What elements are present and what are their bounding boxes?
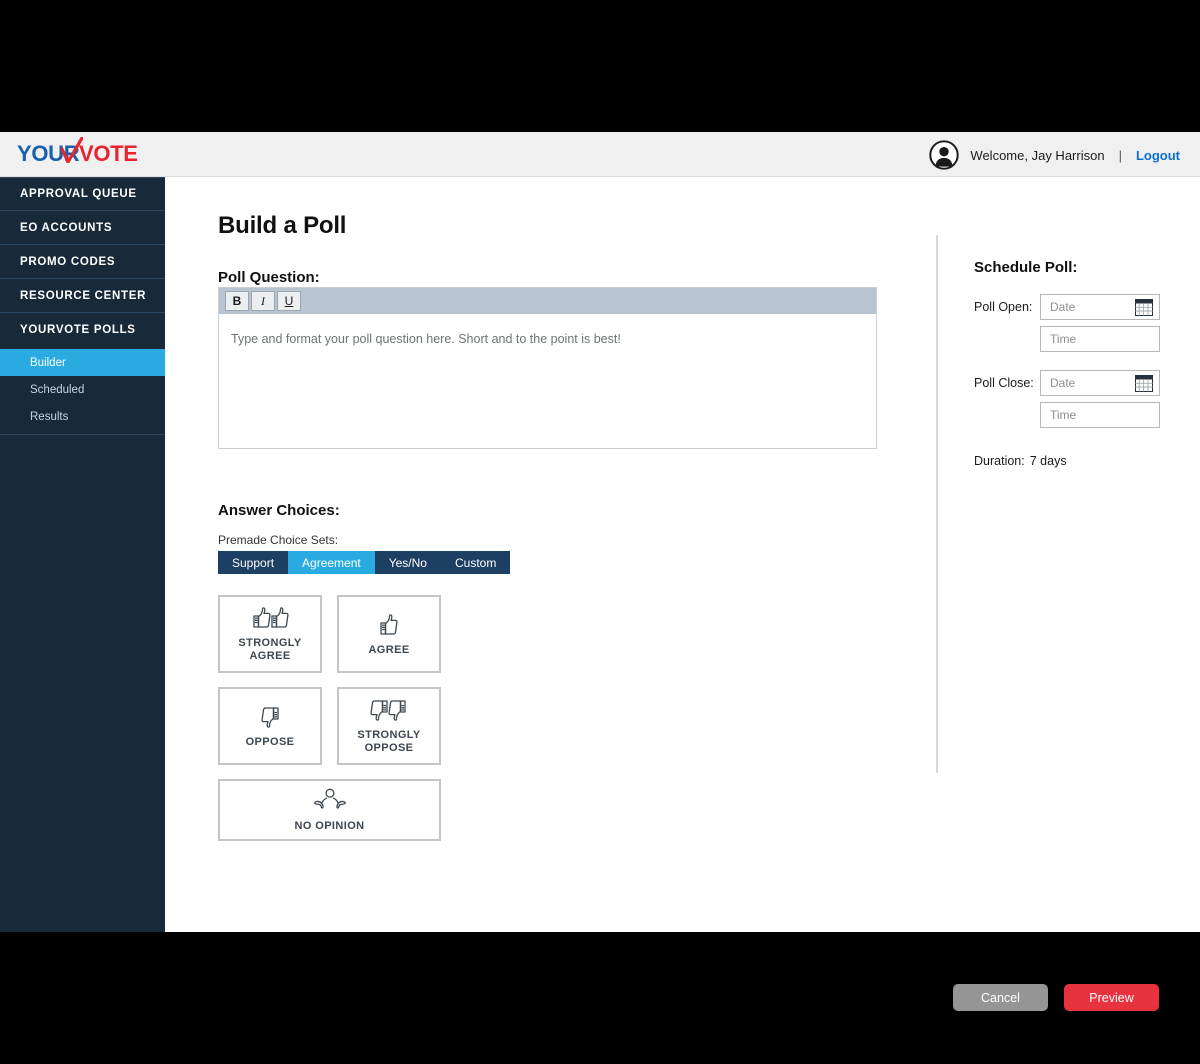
logo-text-vote: VOTE	[78, 141, 138, 166]
answer-choices-label: Answer Choices:	[218, 502, 340, 519]
choice-card-label: STRONGLY AGREE	[238, 637, 302, 662]
premade-choice-set-tabs: Support Agreement Yes/No Custom	[218, 551, 511, 574]
poll-open-time-row: Time	[974, 326, 1194, 352]
premade-choice-sets-label: Premade Choice Sets:	[218, 533, 339, 547]
welcome-message: Welcome, Jay Harrison	[970, 147, 1105, 163]
cancel-button[interactable]: Cancel	[953, 984, 1048, 1011]
sidebar-item-resource-center[interactable]: RESOURCE CENTER	[0, 279, 165, 313]
underline-button[interactable]: U	[277, 291, 301, 311]
bold-button[interactable]: B	[225, 291, 249, 311]
shrug-person-icon	[310, 788, 350, 814]
form-action-buttons: Cancel Preview	[953, 984, 1159, 1011]
choice-card-strongly-agree[interactable]: STRONGLY AGREE	[218, 595, 322, 673]
choice-card-label: OPPOSE	[245, 735, 295, 748]
poll-close-date-placeholder: Date	[1050, 376, 1076, 390]
vertical-divider	[936, 235, 938, 773]
duration-label: Duration:	[974, 454, 1025, 468]
header-separator: |	[1118, 147, 1122, 163]
sidebar-subitem-label: Results	[30, 410, 69, 423]
poll-close-label: Poll Close:	[974, 376, 1034, 390]
logout-link[interactable]: Logout	[1136, 148, 1180, 163]
choice-card-label: AGREE	[368, 643, 410, 656]
sidebar-item-builder[interactable]: Builder	[0, 349, 165, 376]
choice-card-agree[interactable]: AGREE	[337, 595, 441, 673]
sidebar-subitem-label: Scheduled	[30, 383, 85, 396]
yourvote-logo[interactable]: YOURVOTE	[17, 137, 138, 166]
tab-custom[interactable]: Custom	[441, 551, 510, 574]
poll-close-date-row: Poll Close: Date	[974, 370, 1194, 396]
sidebar-item-eo-accounts[interactable]: EO ACCOUNTS	[0, 211, 165, 245]
schedule-poll-title: Schedule Poll:	[974, 259, 1078, 276]
preview-button[interactable]: Preview	[1064, 984, 1159, 1011]
poll-question-input[interactable]: Type and format your poll question here.…	[219, 314, 876, 364]
double-thumbs-down-icon	[369, 697, 409, 723]
poll-close-time-input[interactable]: Time	[1040, 402, 1160, 428]
page-title: Build a Poll	[218, 212, 347, 239]
poll-close-time-placeholder: Time	[1050, 408, 1077, 422]
tab-support[interactable]: Support	[218, 551, 288, 574]
user-account-area: Welcome, Jay Harrison | Logout	[929, 140, 1180, 170]
sidebar-item-label: YOURVOTE POLLS	[20, 324, 136, 336]
sidebar-item-yourvote-polls[interactable]: YOURVOTE POLLS	[0, 313, 165, 347]
application-window: YOURVOTE Welcome, Jay Harrison | Logout …	[0, 132, 1200, 1011]
double-thumbs-up-icon	[250, 605, 290, 631]
choice-card-strongly-oppose[interactable]: STRONGLY OPPOSE	[337, 687, 441, 765]
sidebar-item-results[interactable]: Results	[0, 403, 165, 430]
schedule-poll-panel: Schedule Poll: Poll Open: Date Time Poll…	[974, 259, 1194, 468]
poll-open-date-input[interactable]: Date	[1040, 294, 1160, 320]
calendar-icon[interactable]	[1135, 375, 1153, 392]
thumbs-down-icon	[259, 704, 281, 730]
tab-yes-no[interactable]: Yes/No	[375, 551, 441, 574]
main-content-area: Build a Poll Poll Question: B I U Type a…	[165, 177, 1200, 1011]
sidebar-item-approval-queue[interactable]: APPROVAL QUEUE	[0, 177, 165, 211]
tab-agreement[interactable]: Agreement	[288, 551, 375, 574]
top-header-bar: YOURVOTE Welcome, Jay Harrison | Logout	[0, 132, 1200, 177]
poll-open-date-placeholder: Date	[1050, 300, 1076, 314]
choice-card-label: NO OPINION	[294, 819, 365, 832]
poll-close-time-row: Time	[974, 402, 1194, 428]
italic-button[interactable]: I	[251, 291, 275, 311]
choice-card-label: STRONGLY OPPOSE	[357, 729, 421, 754]
sidebar-item-label: EO ACCOUNTS	[20, 221, 113, 234]
calendar-icon[interactable]	[1135, 299, 1153, 316]
sidebar-item-scheduled[interactable]: Scheduled	[0, 376, 165, 403]
choice-card-no-opinion[interactable]: NO OPINION	[218, 779, 441, 841]
checkmark-icon	[61, 137, 83, 163]
poll-question-label: Poll Question:	[218, 269, 320, 286]
sidebar-navigation: APPROVAL QUEUE EO ACCOUNTS PROMO CODES R…	[0, 177, 165, 932]
sidebar-subgroup-polls: Builder Scheduled Results	[0, 347, 165, 435]
sidebar-item-label: RESOURCE CENTER	[20, 289, 147, 302]
sidebar-item-label: APPROVAL QUEUE	[20, 188, 137, 200]
poll-open-date-row: Poll Open: Date	[974, 294, 1194, 320]
rich-text-toolbar: B I U	[219, 288, 876, 314]
user-avatar-icon[interactable]	[929, 140, 960, 170]
poll-close-date-input[interactable]: Date	[1040, 370, 1160, 396]
poll-open-time-placeholder: Time	[1050, 332, 1077, 346]
poll-open-time-input[interactable]: Time	[1040, 326, 1160, 352]
sidebar-item-promo-codes[interactable]: PROMO CODES	[0, 245, 165, 279]
poll-question-editor[interactable]: B I U Type and format your poll question…	[218, 287, 877, 449]
duration-row: Duration: 7 days	[974, 454, 1194, 468]
choice-card-oppose[interactable]: OPPOSE	[218, 687, 322, 765]
poll-open-label: Poll Open:	[974, 300, 1033, 314]
duration-value: 7 days	[1029, 454, 1067, 468]
sidebar-item-label: PROMO CODES	[20, 255, 116, 268]
sidebar-subitem-label: Builder	[30, 356, 66, 369]
thumbs-up-icon	[378, 612, 400, 638]
